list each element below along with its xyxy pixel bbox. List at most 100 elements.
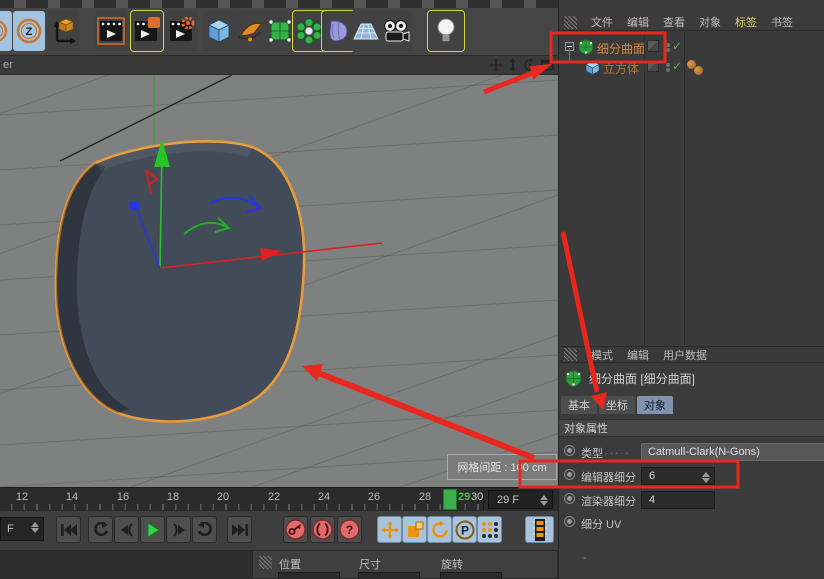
type-radio-icon[interactable] — [564, 445, 575, 456]
om-column-separator — [684, 32, 685, 345]
layer-toggle[interactable] — [647, 60, 659, 72]
coordinate-system-button[interactable] — [47, 11, 79, 51]
editor-subdivision-value: 6 — [649, 470, 655, 482]
subdivision-surface-tool-button[interactable] — [264, 11, 296, 51]
play-button[interactable] — [140, 516, 165, 543]
om-menu-bookmarks[interactable]: 书签 — [771, 14, 793, 30]
add-cube-icon — [206, 18, 232, 44]
next-key-button[interactable] — [166, 516, 191, 543]
object-name[interactable]: 细分曲面 — [597, 40, 645, 57]
timeline-ruler[interactable]: 12 14 16 18 20 22 24 26 28 29 30 29 F — [0, 487, 558, 510]
enabled-check-icon[interactable]: ✓ — [672, 39, 682, 53]
om-menu-edit[interactable]: 编辑 — [627, 14, 649, 30]
subdivide-uv-radio-icon[interactable] — [564, 516, 575, 527]
panel-grip-icon[interactable] — [259, 556, 272, 569]
tag-icon[interactable] — [694, 66, 703, 75]
tab-coordinates[interactable]: 坐标 — [599, 396, 635, 414]
previous-key-button[interactable] — [114, 516, 139, 543]
property-row-render-subdivision: 渲染器细分 4 — [559, 489, 824, 511]
camera-icon — [382, 18, 410, 44]
am-menu-mode[interactable]: 模式 — [591, 347, 613, 363]
enabled-check-icon[interactable]: ✓ — [672, 59, 682, 73]
editor-subdivision-label: 编辑器细分 — [581, 469, 636, 485]
om-menu-view[interactable]: 查看 — [663, 14, 685, 30]
array-generator-button[interactable] — [293, 11, 325, 51]
timeline-playhead[interactable] — [443, 489, 457, 510]
object-row-cube[interactable]: 立方体 ✓ — [559, 56, 824, 78]
record-parameter-button[interactable]: P — [452, 516, 477, 543]
record-rotation-button[interactable] — [427, 516, 452, 543]
spline-pen-button[interactable] — [234, 11, 266, 51]
object-manager[interactable]: 细分曲面 ✓ 立方体 ✓ — [559, 32, 824, 345]
frame-down-arrow[interactable] — [540, 501, 548, 506]
object-name[interactable]: 立方体 — [603, 60, 639, 77]
record-key-button[interactable] — [283, 516, 308, 543]
layer-toggle[interactable] — [647, 40, 659, 52]
record-point-level-button[interactable] — [477, 516, 502, 543]
subdivided-cube-object[interactable] — [56, 141, 304, 421]
record-parameters-button[interactable] — [310, 516, 335, 543]
go-to-start-button[interactable] — [56, 516, 81, 543]
autokey-help-button[interactable]: ? — [337, 516, 362, 543]
subdivide-uv-label: 细分 UV — [581, 516, 621, 532]
tab-object[interactable]: 对象 — [637, 396, 673, 414]
light-button[interactable] — [428, 11, 464, 51]
visibility-dots[interactable] — [663, 42, 670, 52]
am-menu-edit[interactable]: 编辑 — [627, 347, 649, 363]
render-view-button[interactable] — [95, 11, 127, 51]
attribute-object-title: 细分曲面 [细分曲面] — [565, 370, 695, 387]
loop-back-button[interactable] — [88, 516, 113, 543]
size-x-field[interactable] — [358, 572, 420, 579]
type-dropdown[interactable]: Catmull-Clark(N-Gons) — [641, 443, 824, 461]
editor-subdivision-radio-icon[interactable] — [564, 469, 575, 480]
am-grip-icon[interactable] — [564, 348, 577, 361]
om-menu-objects[interactable]: 对象 — [699, 14, 721, 30]
frame-range-field[interactable]: F — [0, 517, 44, 541]
current-frame-field[interactable]: 29 F — [488, 490, 553, 509]
undo-button[interactable] — [0, 11, 12, 51]
light-icon — [433, 16, 459, 46]
record-position-button[interactable] — [377, 516, 402, 543]
rotate-view-icon[interactable] — [523, 58, 537, 72]
filmstrip-icon — [532, 518, 548, 542]
editor-subdivision-field[interactable]: 6 — [641, 467, 715, 485]
rotation-h-field[interactable] — [440, 572, 502, 579]
viewport[interactable]: 网格间距 : 100 cm — [0, 75, 558, 487]
edit-render-settings-button[interactable] — [166, 11, 198, 51]
subdiv-up-arrow[interactable] — [702, 472, 710, 477]
object-properties-section[interactable]: 对象属性 — [559, 419, 824, 437]
floor-button[interactable] — [350, 11, 382, 51]
om-menu-tags[interactable]: 标签 — [735, 14, 757, 30]
position-header: 位置 — [279, 556, 301, 572]
camera-button[interactable] — [380, 11, 412, 51]
go-to-end-button[interactable] — [227, 516, 252, 543]
record-scale-button[interactable] — [402, 516, 427, 543]
maximize-view-icon[interactable] — [540, 58, 554, 72]
add-cube-button[interactable] — [203, 11, 235, 51]
frame-up-arrow[interactable] — [540, 495, 548, 500]
position-icon — [381, 521, 399, 539]
range-down-arrow[interactable] — [31, 528, 39, 533]
am-menu-userdata[interactable]: 用户数据 — [663, 347, 707, 363]
tab-basic[interactable]: 基本 — [561, 396, 597, 414]
timeline-filmstrip-button[interactable] — [525, 516, 554, 543]
position-x-field[interactable] — [278, 572, 340, 579]
om-menu-file[interactable]: 文件 — [591, 14, 613, 30]
render-picture-viewer-button[interactable] — [131, 11, 163, 51]
property-row-editor-subdivision: 编辑器细分 6 — [559, 465, 824, 487]
range-up-arrow[interactable] — [31, 522, 39, 527]
om-grip-icon[interactable] — [564, 16, 577, 29]
subdiv-down-arrow[interactable] — [702, 478, 710, 483]
pan-icon[interactable] — [489, 58, 503, 72]
render-subdivision-radio-icon[interactable] — [564, 493, 575, 504]
dolly-icon[interactable] — [506, 58, 520, 72]
frame-range-value: F — [7, 523, 14, 535]
redo-button[interactable]: Z — [13, 11, 45, 51]
visibility-dots[interactable] — [663, 62, 670, 72]
render-subdivision-value: 4 — [649, 494, 655, 506]
loop-forward-button[interactable] — [192, 516, 217, 543]
render-subdivision-field[interactable]: 4 — [641, 491, 715, 509]
svg-text:P: P — [460, 523, 468, 537]
object-row-subdivision-surface[interactable]: 细分曲面 ✓ — [559, 36, 824, 58]
type-value: Catmull-Clark(N-Gons) — [648, 446, 760, 458]
